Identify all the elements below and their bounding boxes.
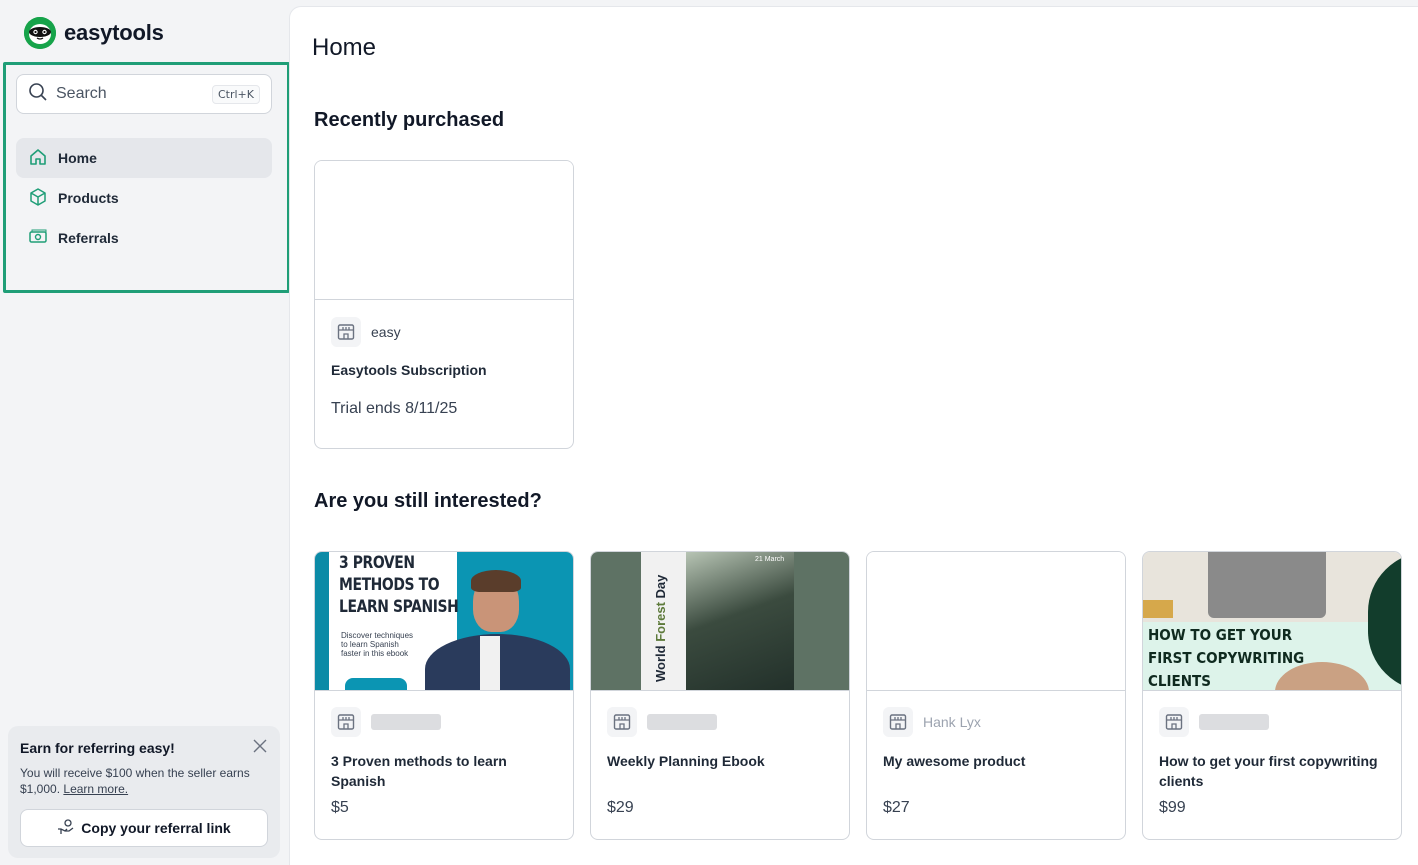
thumbnail-subtitle: Discover techniques to learn Spanish fas… xyxy=(341,631,414,658)
product-card[interactable]: Hank Lyx My awesome product $27 xyxy=(866,551,1126,840)
home-icon xyxy=(28,147,48,170)
thumbnail-title: 3 PROVEN METHODS TO LEARN SPANISH xyxy=(339,553,459,617)
product-price: $5 xyxy=(331,799,349,816)
referral-promo: Earn for referring easy! You will receiv… xyxy=(8,726,280,858)
hand-coin-icon xyxy=(57,818,75,839)
search-input[interactable]: Search Ctrl+K xyxy=(16,74,272,114)
section-still-interested: Are you still interested? xyxy=(314,490,542,512)
product-card[interactable]: HOW TO GET YOUR FIRST COPYWRITING CLIENT… xyxy=(1142,551,1402,840)
sidebar-item-referrals[interactable]: Referrals xyxy=(16,218,272,258)
seller-name: Hank Lyx xyxy=(923,714,981,730)
sidebar-item-products[interactable]: Products xyxy=(16,178,272,218)
product-price: $99 xyxy=(1159,799,1186,816)
purchased-card[interactable]: easy Easytools Subscription Trial ends 8… xyxy=(314,160,574,449)
seller-name-redacted xyxy=(647,714,717,730)
store-icon xyxy=(331,317,361,347)
brand-name: easytools xyxy=(64,20,164,45)
section-recently-purchased: Recently purchased xyxy=(314,109,505,131)
product-price: $29 xyxy=(607,799,634,816)
thumbnail-title: HOW TO GET YOUR FIRST COPYWRITING CLIENT… xyxy=(1148,626,1305,690)
product-name: How to get your first copywriting client… xyxy=(1159,753,1378,789)
sidebar: easytools Search Ctrl+K Home Products Re… xyxy=(0,0,290,865)
promo-text: You will receive $100 when the seller ea… xyxy=(20,765,268,797)
product-price: $27 xyxy=(883,799,910,816)
button-label: Copy your referral link xyxy=(81,820,231,836)
product-thumbnail: World Forest Day 21 March xyxy=(591,552,849,691)
product-thumbnail xyxy=(867,552,1125,691)
money-icon xyxy=(28,227,48,250)
trial-status: Trial ends 8/11/25 xyxy=(331,400,458,417)
seller-name-redacted xyxy=(371,714,441,730)
store-icon xyxy=(607,707,637,737)
sidebar-item-label: Referrals xyxy=(58,230,119,246)
store-icon xyxy=(883,707,913,737)
search-icon xyxy=(28,82,48,107)
store-icon xyxy=(331,707,361,737)
thumbnail-title: World Forest Day xyxy=(653,574,668,682)
product-name: Easytools Subscription xyxy=(331,362,487,378)
sidebar-item-home[interactable]: Home xyxy=(16,138,272,178)
sidebar-item-label: Home xyxy=(58,150,97,166)
main-content: Home Recently purchased easy Easytools S… xyxy=(289,6,1418,865)
product-name: 3 Proven methods to learn Spanish xyxy=(331,753,507,789)
search-placeholder: Search xyxy=(56,85,107,102)
search-shortcut: Ctrl+K xyxy=(211,84,260,104)
close-icon[interactable] xyxy=(252,738,268,754)
logo-icon xyxy=(24,17,56,49)
box-icon xyxy=(28,187,48,210)
sidebar-item-label: Products xyxy=(58,190,119,206)
seller-name-redacted xyxy=(1199,714,1269,730)
promo-title: Earn for referring easy! xyxy=(20,740,175,756)
product-thumbnail: 3 PROVEN METHODS TO LEARN SPANISH Discov… xyxy=(315,552,573,691)
learn-more-link[interactable]: Learn more. xyxy=(63,782,128,796)
product-thumbnail: HOW TO GET YOUR FIRST COPYWRITING CLIENT… xyxy=(1143,552,1401,691)
brand[interactable]: easytools xyxy=(24,17,164,49)
seller-name: easy xyxy=(371,324,401,340)
product-name: Weekly Planning Ebook xyxy=(607,753,765,769)
product-thumbnail xyxy=(315,161,573,300)
store-icon xyxy=(1159,707,1189,737)
page-title: Home xyxy=(312,34,377,61)
sidebar-nav: Home Products Referrals xyxy=(16,138,272,258)
thumbnail-date: 21 March xyxy=(755,556,785,563)
product-card[interactable]: World Forest Day 21 March Weekly Plannin… xyxy=(590,551,850,840)
copy-referral-link-button[interactable]: Copy your referral link xyxy=(20,809,268,847)
promo-description: You will receive $100 when the seller ea… xyxy=(20,766,250,796)
product-name: My awesome product xyxy=(883,753,1026,769)
product-card[interactable]: 3 PROVEN METHODS TO LEARN SPANISH Discov… xyxy=(314,551,574,840)
